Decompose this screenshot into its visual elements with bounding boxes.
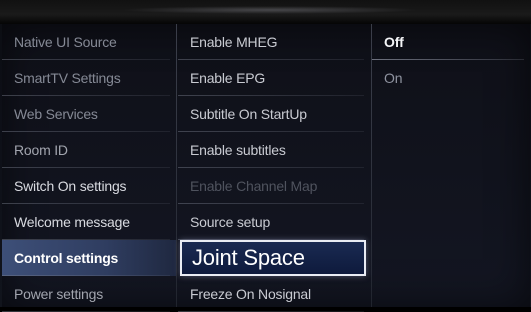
setting-source-setup[interactable]: Source setup	[178, 204, 370, 240]
menu-item-room-id[interactable]: Room ID	[2, 132, 176, 168]
menu-item-web-services[interactable]: Web Services	[2, 96, 176, 132]
setting-enable-subtitles[interactable]: Enable subtitles	[178, 132, 370, 168]
menu-item-switch-on-settings[interactable]: Switch On settings	[2, 168, 176, 204]
setting-enable-epg[interactable]: Enable EPG	[178, 60, 370, 96]
setting-subtitle-on-startup[interactable]: Subtitle On StartUp	[178, 96, 370, 132]
menu-item-native-ui-source[interactable]: Native UI Source	[2, 24, 176, 60]
top-glow	[120, 6, 420, 14]
setting-enable-channel-map: Enable Channel Map	[178, 168, 370, 204]
tv-screen: Native UI Source SmartTV Settings Web Se…	[0, 0, 531, 312]
menu-item-welcome-message[interactable]: Welcome message	[2, 204, 176, 240]
option-on[interactable]: On	[372, 60, 530, 96]
setting-joint-space[interactable]: Joint Space	[180, 240, 366, 276]
option-off[interactable]: Off	[372, 24, 530, 60]
column-divider-left	[176, 24, 177, 307]
menu-item-smarttv-settings[interactable]: SmartTV Settings	[2, 60, 176, 96]
menu-item-control-settings[interactable]: Control settings	[2, 240, 176, 276]
setting-enable-mheg[interactable]: Enable MHEG	[178, 24, 370, 60]
